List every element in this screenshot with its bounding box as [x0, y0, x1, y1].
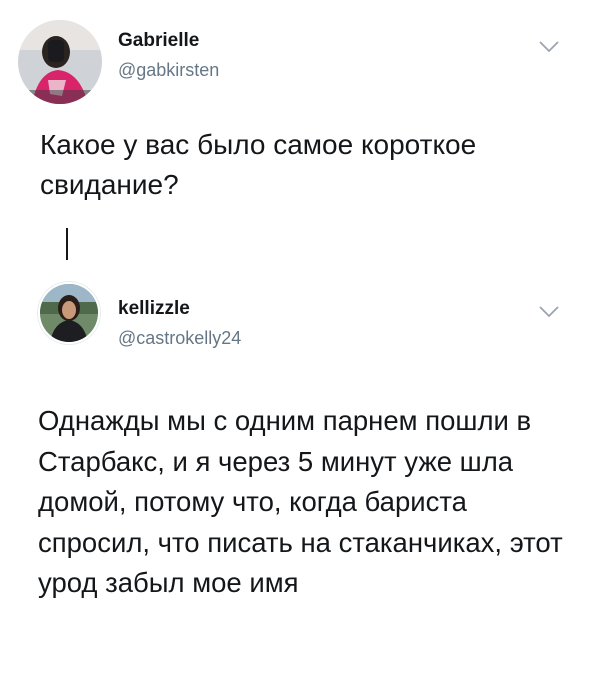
tweet-1: Gabrielle @gabkirsten Какое у вас было с… [0, 0, 600, 260]
chevron-down-icon[interactable] [538, 40, 560, 54]
avatar[interactable] [38, 282, 100, 344]
tweet-text: Однажды мы с одним парнем пошли в Старба… [38, 405, 563, 598]
thread-line [66, 228, 68, 260]
tweet-2: kellizzle @castrokelly24 Однажды мы с од… [0, 268, 600, 692]
author-handle[interactable]: @castrokelly24 [118, 328, 241, 349]
chevron-down-icon[interactable] [538, 305, 560, 319]
tweet-text: Какое у вас было самое короткое свидание… [40, 129, 477, 200]
author-handle[interactable]: @gabkirsten [118, 60, 219, 81]
author-name[interactable]: Gabrielle [118, 30, 199, 52]
avatar[interactable] [18, 20, 102, 104]
author-name[interactable]: kellizzle [118, 298, 190, 320]
